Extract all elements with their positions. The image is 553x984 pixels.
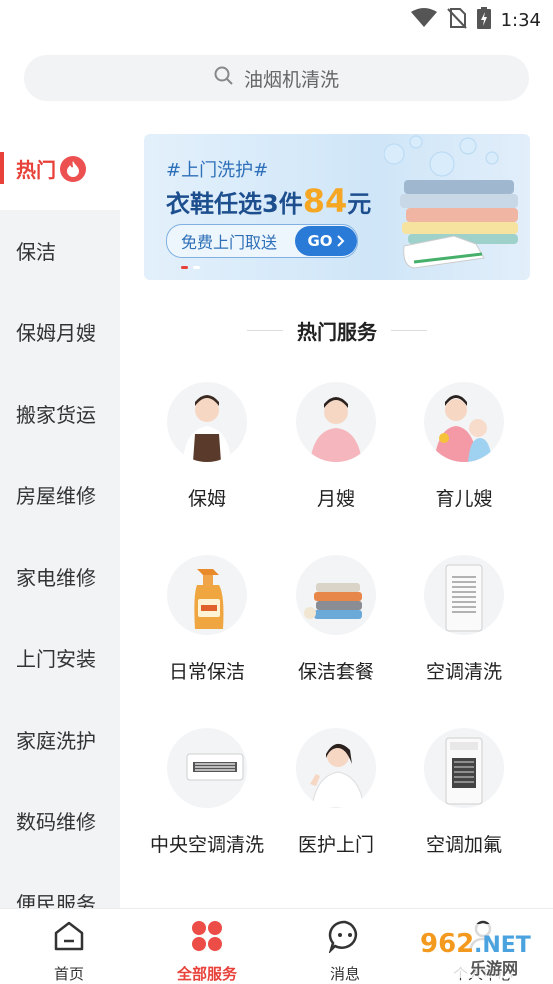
service-maternity-nurse[interactable]: 月嫂 bbox=[272, 382, 400, 511]
divider bbox=[247, 330, 283, 331]
service-label: 空调清洗 bbox=[425, 661, 502, 683]
sidebar-item-convenience[interactable]: 便民服务 bbox=[0, 862, 120, 908]
sidebar-item-label: 上门安装 bbox=[16, 647, 96, 672]
service-childcare[interactable]: 育儿嫂 bbox=[400, 382, 528, 511]
service-label: 医护上门 bbox=[297, 834, 374, 856]
ac-refrigerant-icon bbox=[424, 728, 504, 808]
sidebar-item-label: 保洁 bbox=[16, 239, 56, 264]
category-sidebar: 热门 保洁 保姆月嫂 搬家货运 房屋维修 家电维修 上门安装 家庭洗护 数码维修… bbox=[0, 128, 120, 908]
banner-title-prefix: 衣鞋任选3件 bbox=[166, 190, 303, 218]
go-button[interactable]: GO bbox=[295, 226, 357, 256]
standing-ac-icon bbox=[424, 555, 504, 635]
search-input[interactable]: 油烟机清洗 bbox=[24, 55, 529, 101]
home-icon bbox=[52, 919, 86, 957]
banner-tag: #上门洗护# bbox=[166, 160, 269, 181]
service-label: 保洁套餐 bbox=[297, 661, 374, 683]
sidebar-item-nanny[interactable]: 保姆月嫂 bbox=[0, 291, 120, 373]
service-nanny[interactable]: 保姆 bbox=[143, 382, 271, 511]
service-central-ac-cleaning[interactable]: 中央空调清洗 bbox=[143, 728, 271, 857]
all-services-icon bbox=[190, 919, 224, 957]
service-daily-cleaning[interactable]: 日常保洁 bbox=[143, 555, 271, 684]
sidebar-item-label: 房屋维修 bbox=[16, 484, 96, 509]
tab-label: 消息 bbox=[329, 965, 360, 983]
pagination-dot-active bbox=[181, 266, 188, 269]
sidebar-item-label: 数码维修 bbox=[16, 810, 96, 835]
sidebar-item-installation[interactable]: 上门安装 bbox=[0, 617, 120, 699]
service-label: 保姆 bbox=[187, 488, 226, 510]
status-bar: 1:34 bbox=[0, 0, 553, 40]
sidebar-item-label: 便民服务 bbox=[16, 891, 96, 908]
towel-stack-icon bbox=[296, 555, 376, 635]
banner-title-number: 84 bbox=[302, 182, 348, 220]
battery-charging-icon bbox=[476, 7, 491, 33]
tab-all-services[interactable]: 全部服务 bbox=[152, 919, 262, 984]
nanny-avatar-icon bbox=[167, 382, 247, 462]
search-icon bbox=[214, 66, 234, 90]
go-label: GO bbox=[307, 232, 333, 250]
status-time: 1:34 bbox=[500, 9, 541, 31]
nurse-avatar-icon bbox=[296, 728, 376, 808]
promo-banner[interactable]: #上门洗护# 衣鞋任选3件84元 免费上门取送 GO bbox=[144, 134, 530, 280]
sidebar-item-moving[interactable]: 搬家货运 bbox=[0, 373, 120, 455]
sidebar-item-label: 保姆月嫂 bbox=[16, 321, 96, 346]
central-ac-icon bbox=[167, 728, 247, 808]
banner-pagination bbox=[181, 266, 200, 269]
service-label: 中央空调清洗 bbox=[149, 834, 264, 856]
spray-bottle-icon bbox=[167, 555, 247, 635]
no-sim-icon bbox=[446, 7, 467, 33]
sidebar-item-label: 热门 bbox=[16, 158, 56, 183]
wifi-icon bbox=[410, 8, 437, 32]
service-cleaning-package[interactable]: 保洁套餐 bbox=[272, 555, 400, 684]
sidebar-item-label: 家庭洗护 bbox=[16, 728, 96, 753]
sidebar-item-appliance-repair[interactable]: 家电维修 bbox=[0, 536, 120, 618]
section-header: 热门服务 bbox=[144, 316, 530, 345]
search-placeholder: 油烟机清洗 bbox=[243, 68, 339, 91]
sidebar-item-label: 搬家货运 bbox=[16, 402, 96, 427]
childcare-avatar-icon bbox=[424, 382, 504, 462]
tab-messages[interactable]: 消息 bbox=[290, 919, 400, 984]
tab-home[interactable]: 首页 bbox=[14, 919, 124, 984]
banner-title: 衣鞋任选3件84元 bbox=[166, 182, 371, 220]
service-medical-home[interactable]: 医护上门 bbox=[272, 728, 400, 857]
svg-text:962: 962 bbox=[420, 929, 474, 959]
maternity-nurse-avatar-icon bbox=[296, 382, 376, 462]
service-label: 月嫂 bbox=[316, 488, 355, 510]
service-ac-refrigerant[interactable]: 空调加氟 bbox=[400, 728, 528, 857]
site-watermark-logo: 962 .NET 乐游网 bbox=[414, 922, 552, 980]
chevron-right-icon bbox=[336, 235, 344, 247]
svg-text:.NET: .NET bbox=[474, 933, 531, 958]
svg-text:乐游网: 乐游网 bbox=[470, 959, 518, 978]
banner-cta-label: 免费上门取送 bbox=[181, 233, 278, 252]
pagination-dot bbox=[193, 266, 200, 269]
service-label: 育儿嫂 bbox=[435, 488, 493, 510]
section-title: 热门服务 bbox=[297, 320, 377, 344]
sidebar-item-hot[interactable]: 热门 bbox=[0, 128, 120, 210]
laundry-illustration bbox=[384, 135, 518, 269]
tab-label: 全部服务 bbox=[176, 965, 237, 983]
service-ac-cleaning[interactable]: 空调清洗 bbox=[400, 555, 528, 684]
service-label: 空调加氟 bbox=[425, 834, 502, 856]
banner-cta[interactable]: 免费上门取送 GO bbox=[166, 224, 358, 258]
tab-label: 首页 bbox=[53, 965, 84, 983]
banner-title-suffix: 元 bbox=[347, 190, 372, 218]
fire-icon bbox=[60, 155, 86, 182]
sidebar-item-digital-repair[interactable]: 数码维修 bbox=[0, 780, 120, 862]
service-label: 日常保洁 bbox=[168, 661, 245, 683]
sidebar-item-label: 家电维修 bbox=[16, 565, 96, 590]
message-icon bbox=[328, 919, 362, 957]
sidebar-item-laundry[interactable]: 家庭洗护 bbox=[0, 699, 120, 781]
sidebar-item-cleaning[interactable]: 保洁 bbox=[0, 210, 120, 292]
sidebar-item-house-repair[interactable]: 房屋维修 bbox=[0, 454, 120, 536]
divider bbox=[391, 330, 427, 331]
